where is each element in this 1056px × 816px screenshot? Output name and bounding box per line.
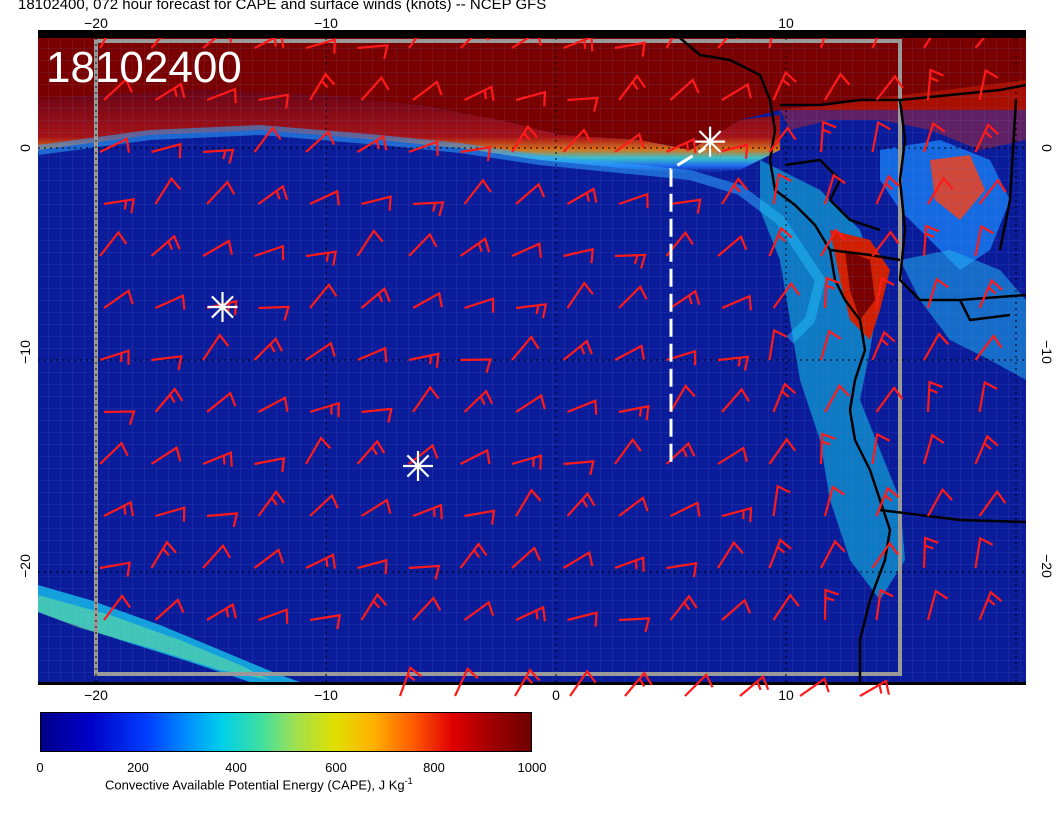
lon-tick-bottom-3: 10 <box>778 687 794 703</box>
colorbar-label: Convective Available Potential Energy (C… <box>105 776 413 792</box>
colorbar-tick-200: 200 <box>127 760 149 775</box>
cape-wind-map: 18102400 −20 −10 10 −20 −10 0 10 0 −10 −… <box>17 15 1056 703</box>
lat-tick-left-0: 0 <box>17 144 33 152</box>
colorbar-tick-1000: 1000 <box>517 760 547 775</box>
lon-tick-bottom-0: −20 <box>84 687 108 703</box>
colorbar-tick-400: 400 <box>225 760 247 775</box>
colorbar-tick-0: 0 <box>36 760 44 775</box>
wind-barb <box>1025 255 1026 256</box>
lat-tick-right-0: 0 <box>1039 144 1055 152</box>
wind-barb <box>1031 383 1051 412</box>
lon-tick-top-3: 10 <box>778 15 794 31</box>
wind-barb <box>1031 594 1055 620</box>
colorbar-label-unit-exponent: -1 <box>404 776 413 786</box>
lat-tick-right-1: −10 <box>1039 340 1055 364</box>
wind-barb <box>1031 174 1047 204</box>
lon-tick-bottom-2: 0 <box>552 687 560 703</box>
asterisk-marker-2 <box>695 126 726 157</box>
lat-tick-right-2: −20 <box>1039 554 1055 578</box>
asterisk-marker-0 <box>207 292 238 322</box>
wind-barb <box>1031 282 1056 308</box>
asterisk-marker-1 <box>403 451 433 481</box>
wind-barb <box>1025 46 1026 48</box>
colorbar <box>40 712 532 752</box>
lat-tick-left-1: −10 <box>17 340 33 364</box>
lon-tick-top-1: −10 <box>314 15 338 31</box>
colorbar-tick-800: 800 <box>423 760 445 775</box>
wind-barb <box>1027 438 1051 464</box>
lon-tick-top-0: −20 <box>84 15 108 31</box>
colorbar-tick-600: 600 <box>325 760 347 775</box>
wind-barb <box>1031 72 1052 100</box>
wind-barb <box>1031 486 1046 516</box>
colorbar-label-text: Convective Available Potential Energy (C… <box>105 777 405 793</box>
lon-tick-bottom-1: −10 <box>314 687 338 703</box>
date-stamp: 18102400 <box>46 43 242 92</box>
lat-tick-left-2: −20 <box>17 554 33 578</box>
